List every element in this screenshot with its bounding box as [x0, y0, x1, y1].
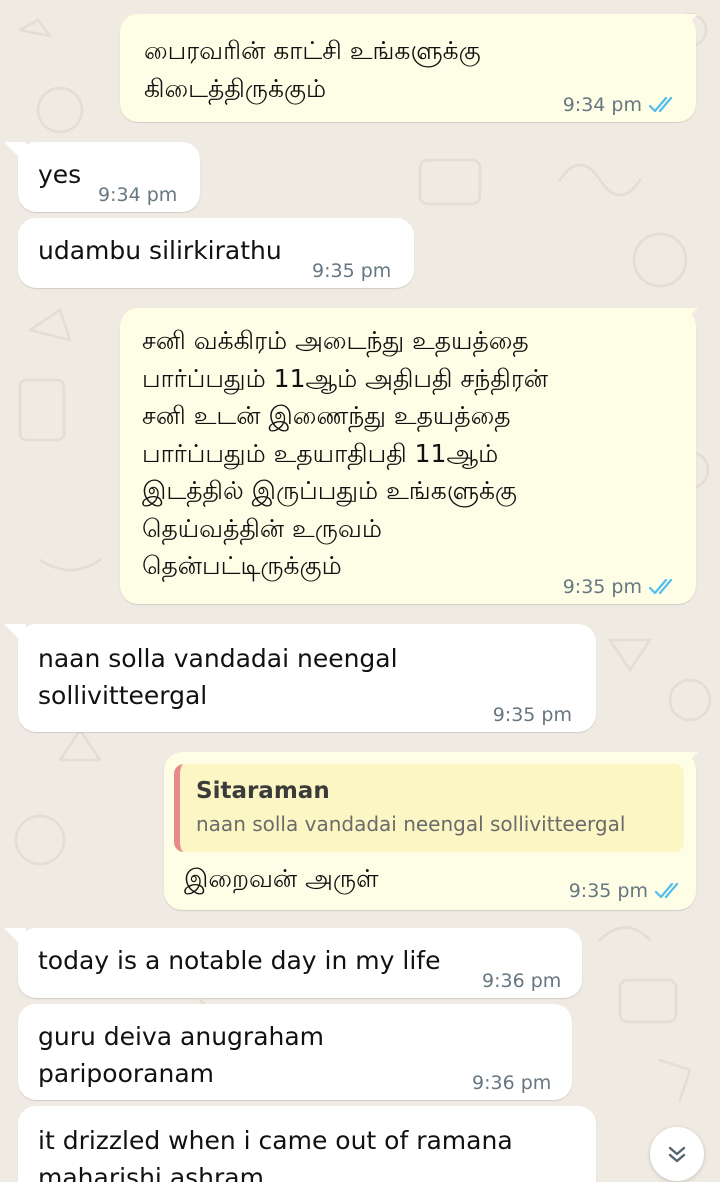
message-incoming[interactable]: naan solla vandadai neengal sollivitteer… [18, 624, 596, 732]
message-meta: 9:36 pm [472, 1072, 551, 1094]
message-meta: 9:34 pm [98, 184, 177, 206]
message-time: 9:36 pm [482, 970, 562, 992]
message-outgoing[interactable]: பைரவரின் காட்சி உங்களுக்கு கிடைத்திருக்க… [120, 14, 696, 122]
double-check-icon [648, 96, 673, 113]
message-time: 9:35 pm [562, 576, 642, 598]
message-text: today is a notable day in my life [38, 946, 441, 975]
message-text: இறைவன் அருள் [184, 864, 379, 893]
message-meta: 9:34 pm [563, 94, 678, 116]
message-time: 9:36 pm [472, 1072, 552, 1094]
message-meta: 9:36 pm [482, 970, 561, 992]
message-time: 9:35 pm [492, 704, 572, 726]
message-text: பைரவரின் காட்சி உங்களுக்கு கிடைத்திருக்க… [144, 36, 481, 103]
quoted-author: Sitaraman [196, 778, 330, 804]
scroll-to-bottom-button[interactable] [650, 1127, 704, 1181]
double-chevron-down-icon [668, 1146, 686, 1163]
message-incoming[interactable]: guru deiva anugraham paripooranam 9:36 p… [18, 1004, 572, 1100]
message-text: naan solla vandadai neengal sollivitteer… [38, 644, 398, 710]
message-outgoing[interactable]: சனி வக்கிரம் அடைந்து உதயத்தை பார்ப்பதும்… [120, 308, 696, 604]
message-incoming[interactable]: it drizzled when i came out of ramana ma… [18, 1106, 596, 1182]
message-incoming[interactable]: udambu silirkirathu 9:35 pm [18, 218, 414, 288]
message-time: 9:35 pm [568, 880, 648, 902]
quoted-text: naan solla vandadai neengal sollivitteer… [196, 812, 626, 836]
message-incoming[interactable]: yes 9:34 pm [18, 142, 200, 212]
message-meta: 9:35 pm [563, 576, 678, 598]
double-check-icon [654, 882, 679, 899]
message-time: 9:35 pm [312, 260, 392, 282]
message-outgoing-reply[interactable]: Sitaraman naan solla vandadai neengal so… [164, 752, 696, 910]
message-text: yes [38, 160, 82, 189]
message-meta: 9:35 pm [493, 704, 572, 726]
message-meta: 9:35 pm [312, 260, 391, 282]
quoted-message[interactable]: Sitaraman naan solla vandadai neengal so… [174, 764, 684, 852]
message-time: 9:34 pm [562, 94, 642, 116]
message-meta: 9:35 pm [569, 880, 684, 902]
message-text: guru deiva anugraham paripooranam [38, 1022, 325, 1088]
message-text: it drizzled when i came out of ramana ma… [38, 1126, 513, 1182]
message-text: சனி வக்கிரம் அடைந்து உதயத்தை பார்ப்பதும்… [142, 326, 548, 580]
double-check-icon [648, 578, 673, 595]
message-incoming[interactable]: today is a notable day in my life 9:36 p… [18, 928, 582, 998]
message-text: udambu silirkirathu [38, 236, 282, 265]
message-time: 9:34 pm [98, 184, 178, 206]
